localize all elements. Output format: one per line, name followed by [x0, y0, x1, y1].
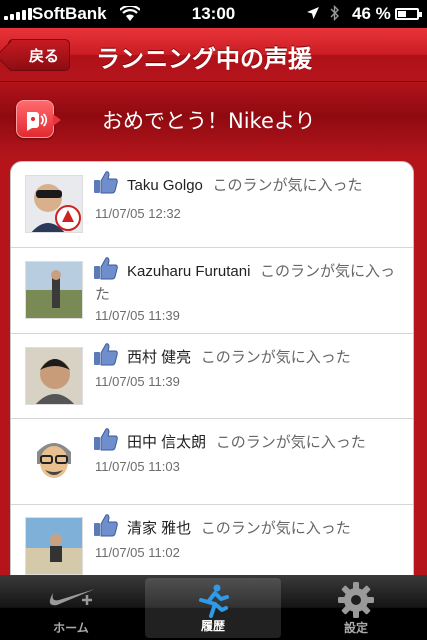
list-item[interactable]: Kazuharu Furutani このランが気に入った 11/07/05 11…	[11, 248, 413, 334]
nike-swoosh-icon	[49, 589, 95, 606]
cheer-timestamp: 11/07/05 12:32	[95, 206, 181, 221]
cheer-timestamp: 11/07/05 11:03	[95, 459, 180, 474]
navigation-bar: 戻る ランニング中の声援	[0, 28, 427, 82]
cheer-text: 清家 雅也 このランが気に入った	[95, 517, 395, 540]
list-item[interactable]: 西村 健亮 このランが気に入った 11/07/05 11:39	[11, 334, 413, 419]
cheer-user-name: 田中 信太朗	[127, 434, 207, 451]
back-button[interactable]: 戻る	[8, 39, 71, 71]
tab-bar: ホーム 履歴 設定	[0, 575, 427, 640]
gear-icon	[338, 582, 374, 618]
bluetooth-icon	[330, 5, 339, 21]
banner-text: おめでとう！Nikeより	[102, 109, 316, 133]
battery-percentage: 46 %	[352, 4, 391, 23]
back-button-label: 戻る	[29, 46, 60, 65]
avatar	[25, 347, 83, 405]
status-bar: SoftBank 13:00 46 %	[0, 0, 427, 28]
cheer-message: このランが気に入った	[215, 433, 366, 451]
speaker-icon	[16, 100, 61, 138]
battery-icon	[395, 8, 422, 20]
tab-settings[interactable]: 設定	[285, 575, 427, 640]
tab-history[interactable]: 履歴	[145, 578, 281, 638]
cheer-text: Kazuharu Furutani このランが気に入った	[95, 260, 395, 305]
cheer-list[interactable]: Taku Golgo このランが気に入った 11/07/05 12:32 Kaz…	[10, 161, 414, 611]
cheer-user-name: Taku Golgo	[127, 177, 203, 194]
cheer-text: 西村 健亮 このランが気に入った	[95, 346, 395, 369]
cheer-banner[interactable]: おめでとう！Nikeより	[0, 83, 427, 157]
cheer-message: このランが気に入った	[200, 519, 351, 537]
runner-icon	[199, 584, 229, 618]
cheer-text: Taku Golgo このランが気に入った	[95, 174, 395, 197]
cheer-user-name: 清家 雅也	[127, 520, 192, 537]
tab-label: ホーム	[53, 621, 89, 635]
battery-fill	[398, 11, 406, 17]
cheer-message: このランが気に入った	[200, 348, 351, 366]
avatar	[25, 175, 83, 233]
tab-label: 設定	[343, 621, 368, 635]
cheer-user-name: Kazuharu Furutani	[127, 263, 251, 280]
tab-home[interactable]: ホーム	[0, 575, 142, 640]
tab-label: 履歴	[200, 619, 225, 633]
avatar	[25, 432, 83, 490]
cheer-message: このランが気に入った	[212, 176, 363, 194]
cheer-timestamp: 11/07/05 11:02	[95, 545, 180, 560]
location-arrow-icon	[307, 7, 319, 19]
avatar	[25, 517, 83, 575]
list-item[interactable]: Taku Golgo このランが気に入った 11/07/05 12:32	[11, 162, 413, 248]
cheer-user-name: 西村 健亮	[127, 349, 192, 366]
list-item[interactable]: 田中 信太朗 このランが気に入った 11/07/05 11:03	[11, 419, 413, 505]
avatar	[25, 261, 83, 319]
cheer-text: 田中 信太朗 このランが気に入った	[95, 431, 395, 454]
page-title: ランニング中の声援	[96, 45, 312, 73]
cheer-timestamp: 11/07/05 11:39	[95, 308, 180, 323]
cheer-timestamp: 11/07/05 11:39	[95, 374, 180, 389]
